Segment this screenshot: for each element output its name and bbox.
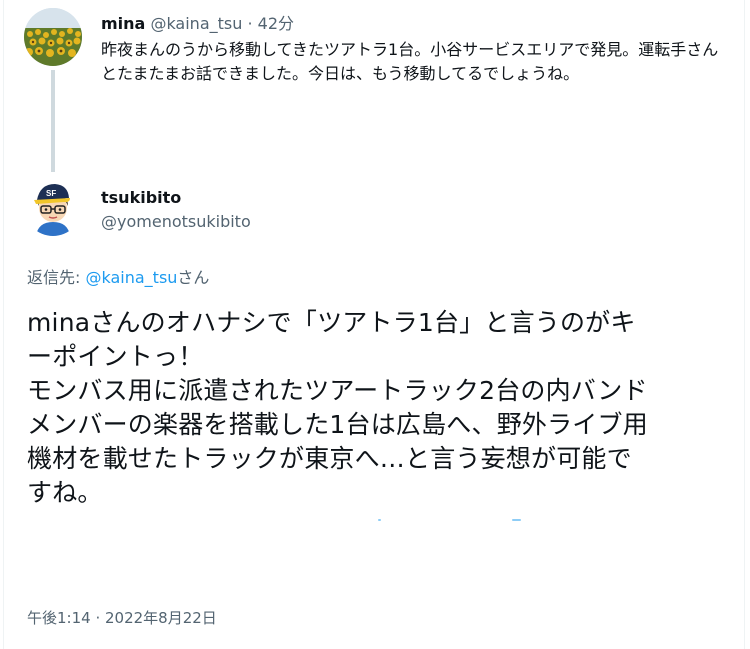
reply-tweet-text: minaさんのオハナシで「ツアトラ1台」と言うのがキ ーポイントっ！ モンバス用… [27,306,739,510]
parent-tweet-text: 昨夜まんのうから移動してきたツアトラ1台。小谷サービスエリアで発見。運転手さんと… [101,40,719,83]
reply-text-line: モンバス用に派遣されたツアートラック2台の内バンド [27,376,648,405]
timeline-right-border [744,0,745,649]
reply-author-name[interactable]: tsukibito [101,188,181,207]
reply-text-line: メンバーの楽器を搭載した1台は広島へ、野外ライブ用 [27,410,648,439]
parent-author-name[interactable]: mina [101,14,145,33]
replying-to-label: 返信先: [27,268,86,287]
tweet-timestamp[interactable]: 午後1:14 · 2022年8月22日 [27,607,217,628]
reply-text-line: minaさんのオハナシで「ツアトラ1台」と言うのがキ [27,308,636,337]
reply-author-handle[interactable]: @yomenotsukibito [101,212,251,231]
replying-to-suffix: さん [177,268,210,287]
timeline-left-border [3,0,4,649]
replying-to-handle-link[interactable]: @kaina_tsu [85,268,177,287]
parent-avatar[interactable] [24,8,82,66]
sunflower-field-avatar-icon [24,8,82,66]
loading-artifact-dot [512,519,521,521]
parent-tweet-time[interactable]: 42分 [258,14,294,33]
reply-text-line: 機材を載せたトラックが東京へ…と言う妄想が可能で [27,444,632,473]
svg-text:SF: SF [46,189,56,198]
replying-to-line: 返信先: @kaina_tsuさん [27,264,209,288]
parent-tweet-header: mina @kaina_tsu · 42分 [101,10,294,34]
reply-text-line: すね。 [27,478,103,507]
loading-artifact-dot [378,519,381,521]
thread-connector-line [51,70,55,172]
cartoon-boy-cap-glasses-avatar-icon: SF [24,178,82,236]
reply-text-line: ーポイントっ！ [27,342,204,371]
header-separator: · [242,14,258,33]
reply-avatar[interactable]: SF [24,178,82,236]
parent-author-handle[interactable]: @kaina_tsu [150,14,242,33]
